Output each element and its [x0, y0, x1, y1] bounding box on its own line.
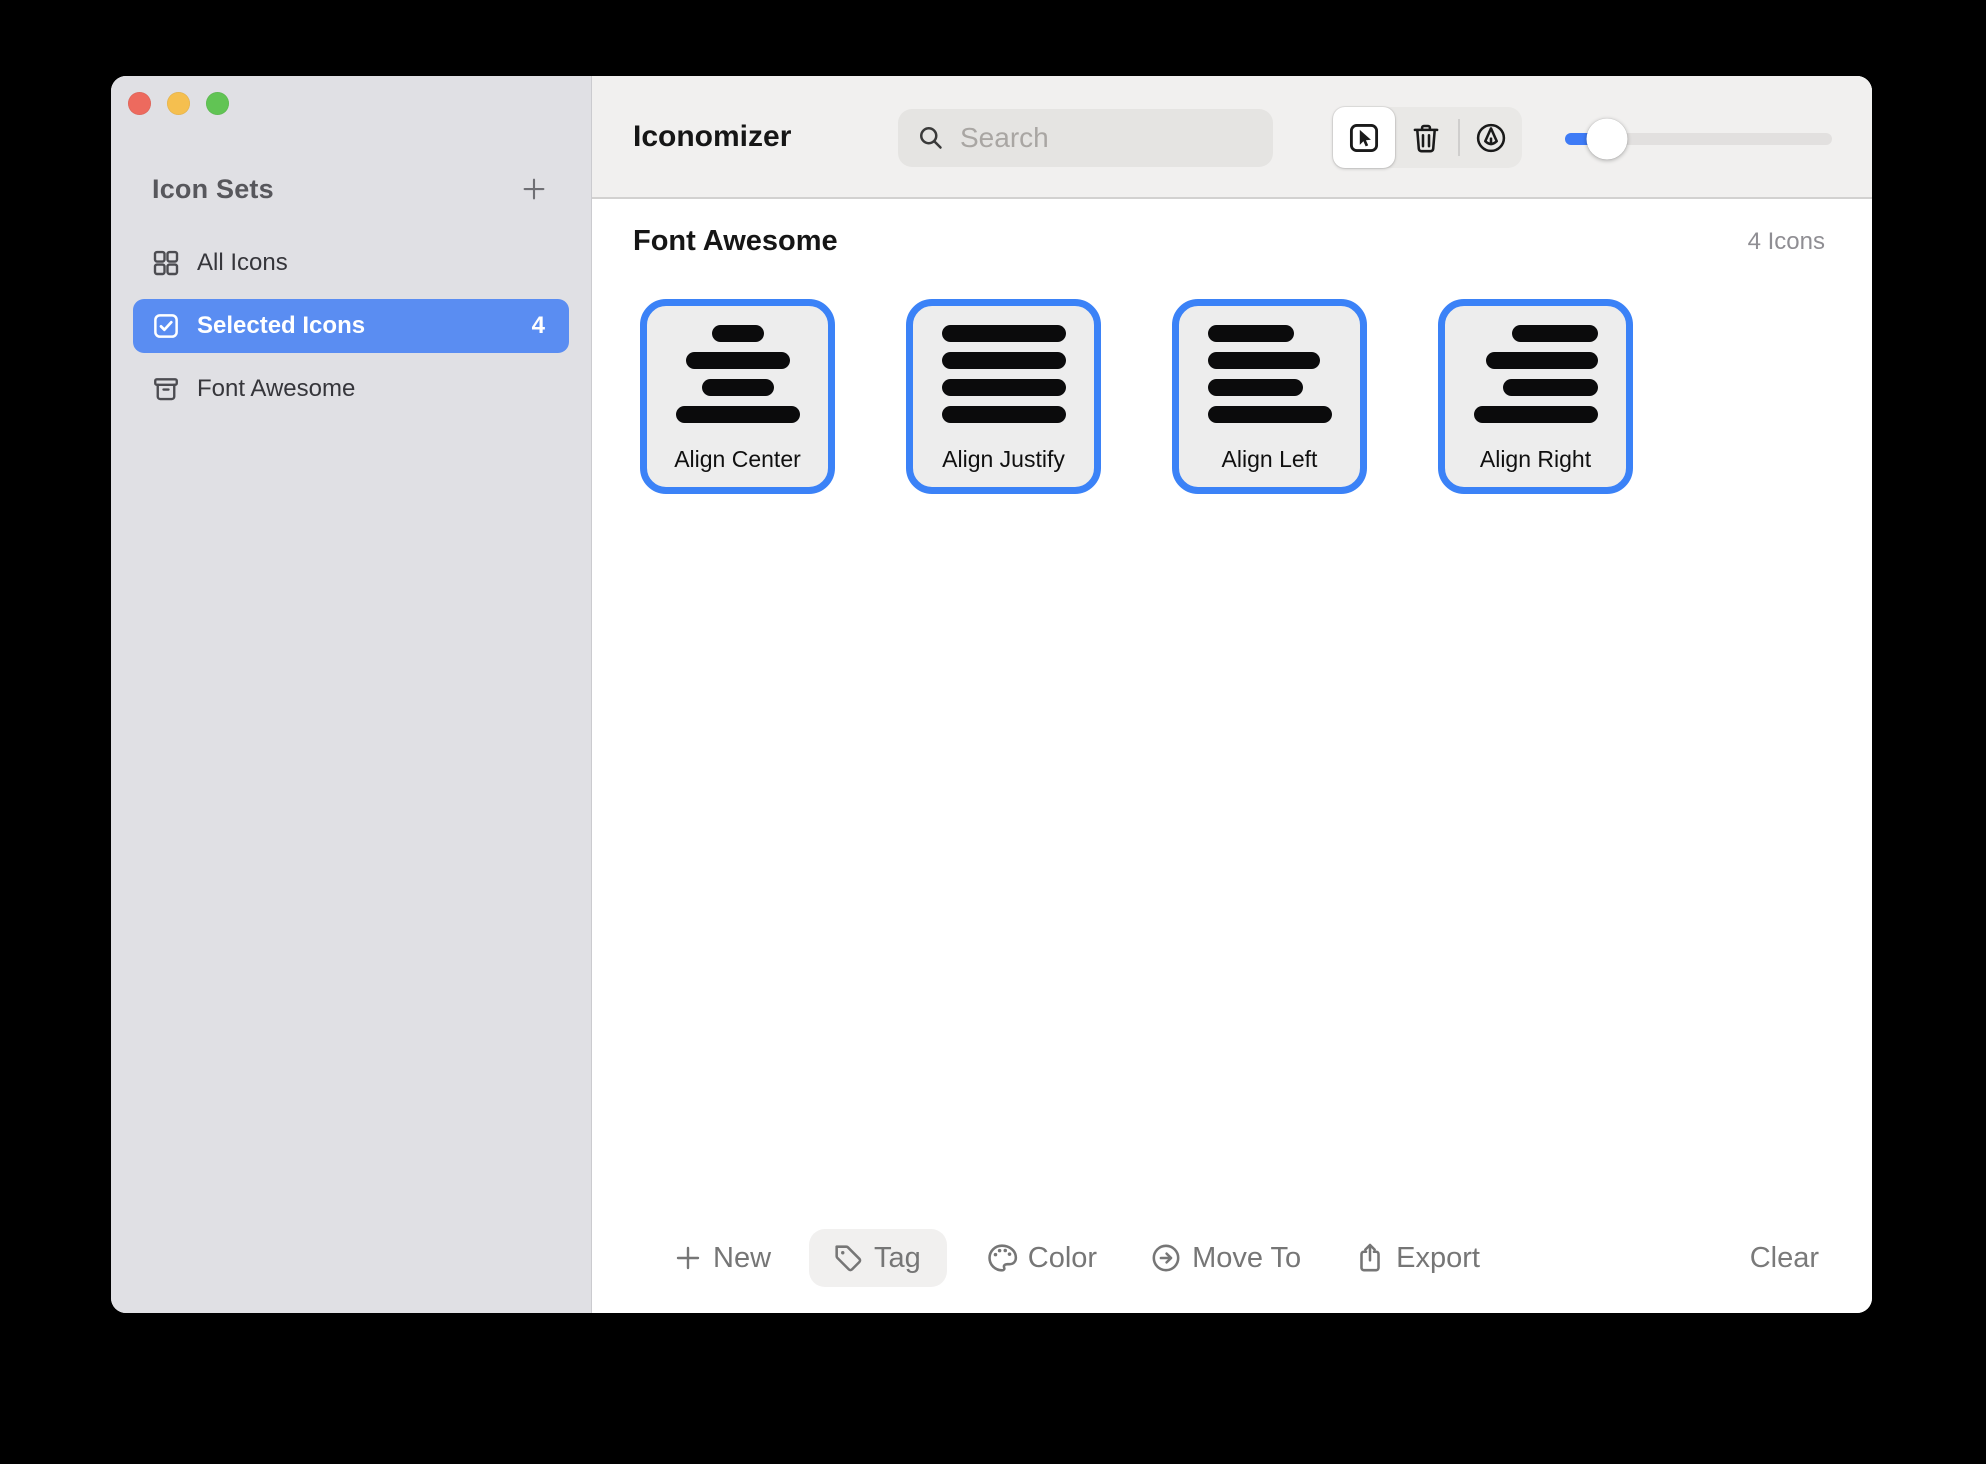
pen-circle-icon [1473, 120, 1509, 156]
color-button[interactable]: Color [971, 1231, 1111, 1285]
section-title: Font Awesome [633, 225, 838, 258]
tag-icon [831, 1241, 865, 1275]
icon-card-label: Align Center [674, 446, 801, 473]
slider-thumb[interactable] [1587, 119, 1628, 160]
sidebar-item-selected-icons[interactable]: Selected Icons 4 [133, 299, 569, 353]
sidebar-item-label: All Icons [197, 249, 288, 277]
toolbar: Iconomizer [592, 76, 1872, 199]
arrow-right-circle-icon [1149, 1241, 1183, 1275]
archive-box-icon [151, 374, 181, 404]
palette-icon [985, 1241, 1019, 1275]
grid-icon [151, 248, 181, 278]
pen-tool-button[interactable] [1460, 107, 1522, 168]
section-icon-count: 4 Icons [1748, 228, 1825, 256]
share-icon [1353, 1241, 1387, 1275]
sidebar-header: Icon Sets [152, 172, 551, 206]
sidebar-item-all-icons[interactable]: All Icons [133, 236, 569, 290]
export-button[interactable]: Export [1339, 1231, 1494, 1285]
zoom-slider[interactable] [1565, 133, 1832, 145]
sidebar-item-font-awesome[interactable]: Font Awesome [133, 362, 569, 416]
icon-sets-list: All Icons Selected Icons 4 [133, 236, 569, 416]
icon-card-label: Align Right [1480, 446, 1591, 473]
plus-icon [672, 1242, 704, 1274]
tool-segmented-control [1333, 107, 1522, 168]
selected-count-badge: 4 [532, 312, 545, 340]
color-button-label: Color [1028, 1242, 1097, 1275]
app-window: Icon Sets All I [111, 76, 1872, 1313]
align-right-icon [1474, 325, 1598, 423]
new-button[interactable]: New [658, 1232, 785, 1285]
tag-button[interactable]: Tag [809, 1229, 947, 1287]
sidebar: Icon Sets All I [111, 76, 592, 1313]
tag-button-label: Tag [874, 1242, 921, 1275]
icon-card-align-justify[interactable]: Align Justify [906, 299, 1101, 494]
window-controls [128, 92, 229, 115]
zoom-button[interactable] [206, 92, 229, 115]
export-button-label: Export [1396, 1242, 1480, 1275]
align-left-icon [1208, 325, 1332, 423]
icon-card-label: Align Left [1222, 446, 1318, 473]
move-to-button-label: Move To [1192, 1242, 1301, 1275]
sidebar-item-label: Selected Icons [197, 312, 365, 340]
icon-card-label: Align Justify [942, 446, 1065, 473]
new-button-label: New [713, 1242, 771, 1275]
search-input[interactable] [958, 121, 1257, 155]
close-button[interactable] [128, 92, 151, 115]
align-justify-icon [942, 325, 1066, 423]
cursor-select-icon [1346, 120, 1382, 156]
trash-icon [1408, 120, 1444, 156]
plus-icon [519, 174, 549, 204]
select-tool-button[interactable] [1333, 107, 1395, 168]
minimize-button[interactable] [167, 92, 190, 115]
sidebar-title: Icon Sets [152, 174, 274, 205]
delete-tool-button[interactable] [1395, 107, 1457, 168]
icon-card-align-left[interactable]: Align Left [1172, 299, 1367, 494]
content-area: Iconomizer [592, 76, 1872, 1313]
icon-cards: Align Center Align Justify Align Left [640, 299, 1825, 494]
move-to-button[interactable]: Move To [1135, 1231, 1315, 1285]
icon-card-align-center[interactable]: Align Center [640, 299, 835, 494]
checkbox-icon [151, 311, 181, 341]
sidebar-item-label: Font Awesome [197, 375, 355, 403]
add-icon-set-button[interactable] [517, 172, 551, 206]
section-header: Font Awesome 4 Icons [633, 225, 1825, 258]
clear-button[interactable]: Clear [1744, 1241, 1825, 1276]
icon-card-align-right[interactable]: Align Right [1438, 299, 1633, 494]
icon-grid-area: Font Awesome 4 Icons Align Center Align … [592, 199, 1872, 1313]
app-title: Iconomizer [633, 120, 791, 154]
align-center-icon [676, 325, 800, 423]
search-icon [916, 123, 946, 153]
search-field[interactable] [898, 109, 1273, 167]
action-bar: New Tag [592, 1209, 1872, 1313]
